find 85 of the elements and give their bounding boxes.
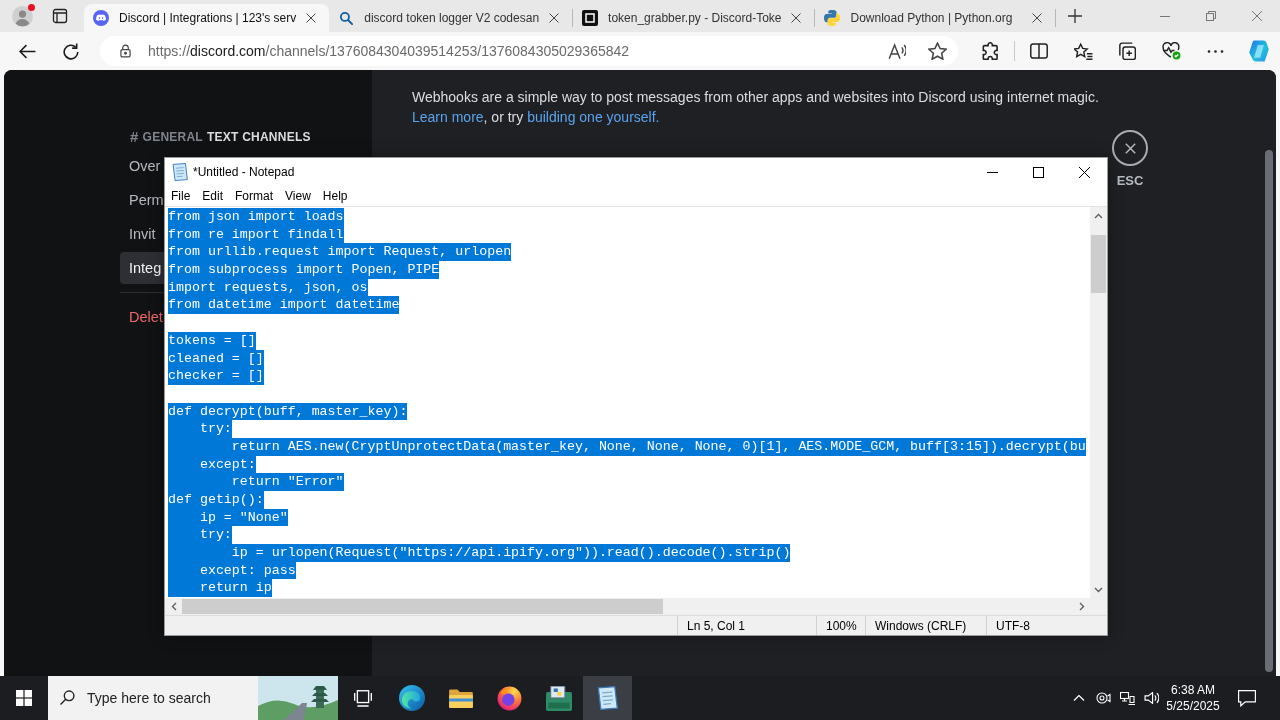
settings-nav-item[interactable]: Invit bbox=[120, 218, 164, 250]
search-box[interactable]: Type here to search bbox=[48, 676, 338, 720]
close-settings-button[interactable] bbox=[1112, 130, 1148, 166]
notepad-icon bbox=[172, 163, 188, 181]
more-icon[interactable] bbox=[1206, 49, 1224, 53]
taskbar-app-button[interactable] bbox=[583, 676, 632, 720]
installer-icon bbox=[545, 685, 572, 711]
menu-item[interactable]: Help bbox=[316, 189, 354, 203]
chevron-up-icon[interactable] bbox=[1094, 212, 1103, 219]
category-label: TEXT CHANNELS bbox=[206, 129, 311, 145]
clock-time[interactable]: 6:38 AM bbox=[1171, 683, 1215, 697]
chevron-down-icon[interactable] bbox=[1094, 586, 1103, 593]
browser-tab[interactable]: Discord | Integrations | 123's serv bbox=[84, 4, 330, 32]
heart-pulse-icon[interactable] bbox=[1161, 42, 1181, 60]
menu-item[interactable]: Format bbox=[229, 189, 280, 203]
scrollbar-thumb[interactable] bbox=[182, 599, 663, 614]
notification-dot bbox=[28, 4, 35, 11]
restore-icon[interactable] bbox=[1206, 11, 1216, 21]
read-aloud-icon[interactable] bbox=[888, 42, 906, 60]
build-webhook-link[interactable]: building one yourself. bbox=[527, 109, 660, 125]
status-bar-item: 100% bbox=[816, 616, 865, 635]
esc-label: ESC bbox=[1116, 173, 1144, 188]
task-view-icon bbox=[353, 689, 372, 707]
url-text[interactable]: https://discord.com/channels/1376084304039514253/1376084305029365842 bbox=[148, 43, 630, 59]
status-bar-item: Windows (CRLF) bbox=[865, 616, 986, 635]
scrollbar-thumb[interactable] bbox=[1265, 150, 1273, 672]
search-icon bbox=[339, 11, 353, 25]
settings-nav-item[interactable]: Perm bbox=[120, 184, 164, 216]
vertical-scrollbar[interactable] bbox=[1090, 207, 1107, 598]
python-logo-icon bbox=[824, 10, 841, 26]
channel-name: GENERAL bbox=[142, 129, 203, 145]
discord-logo-icon bbox=[93, 10, 109, 26]
back-arrow-icon[interactable] bbox=[18, 43, 36, 59]
address-bar[interactable]: https://discord.com/channels/1376084304039514253/1376084305029365842 bbox=[100, 36, 958, 66]
new-tab-icon[interactable] bbox=[1068, 9, 1083, 23]
browser-tab[interactable]: token_grabber.py - Discord-Toke bbox=[573, 4, 815, 32]
minimize-icon[interactable] bbox=[986, 171, 998, 173]
browser-tab[interactable]: Download Python | Python.org bbox=[815, 4, 1056, 32]
close-icon[interactable] bbox=[1124, 142, 1136, 154]
swirl-icon bbox=[398, 685, 425, 711]
search-input[interactable]: Type here to search bbox=[87, 690, 258, 706]
puzzle-icon[interactable] bbox=[981, 42, 999, 60]
flame-globe-icon bbox=[497, 685, 522, 711]
close-icon[interactable] bbox=[549, 13, 560, 23]
settings-nav-item[interactable]: Over bbox=[120, 150, 164, 182]
windows-logo-icon[interactable] bbox=[16, 690, 32, 706]
settings-nav-item[interactable]: Delet bbox=[120, 301, 164, 333]
chevron-right-icon[interactable] bbox=[1078, 602, 1085, 611]
gradient-logo-icon[interactable] bbox=[1247, 40, 1270, 62]
close-icon[interactable] bbox=[306, 13, 317, 23]
close-icon[interactable] bbox=[791, 13, 802, 23]
window-title: *Untitled - Notepad bbox=[193, 165, 295, 179]
profile-avatar-icon[interactable] bbox=[11, 5, 33, 27]
webhooks-description: Webhooks are a simple way to post messages from other apps and websites into Discord using internet magic. Learn more, or try building one yourself. bbox=[412, 88, 1100, 127]
volume-icon[interactable] bbox=[1143, 692, 1159, 704]
menu-item[interactable]: Edit bbox=[196, 189, 230, 203]
horizontal-scrollbar[interactable] bbox=[165, 598, 1090, 615]
channel-hash: # bbox=[130, 129, 139, 145]
star-icon[interactable] bbox=[928, 42, 947, 60]
maximize-icon[interactable] bbox=[1032, 166, 1044, 178]
network-icon[interactable] bbox=[1119, 691, 1135, 705]
reload-icon[interactable] bbox=[63, 42, 79, 60]
browser-tab[interactable]: discord token logger V2 codesan bbox=[329, 4, 573, 32]
settings-nav-item[interactable]: Integ bbox=[120, 252, 164, 284]
menu-item[interactable]: File bbox=[165, 189, 197, 203]
chevron-left-icon[interactable] bbox=[170, 602, 177, 611]
status-bar-item: UTF-8 bbox=[986, 616, 1107, 635]
tab-actions-icon[interactable] bbox=[52, 8, 68, 24]
folder-icon bbox=[448, 688, 473, 708]
lock-icon[interactable] bbox=[120, 44, 131, 58]
learn-more-link[interactable]: Learn more bbox=[412, 109, 484, 125]
menu-item[interactable]: View bbox=[279, 189, 317, 203]
webcam-icon[interactable] bbox=[1095, 692, 1111, 704]
notepad-icon bbox=[597, 686, 618, 710]
square-icon bbox=[582, 10, 599, 26]
status-bar-item: Ln 5, Col 1 bbox=[677, 616, 816, 635]
split-screen-icon[interactable] bbox=[1030, 43, 1048, 59]
search-icon bbox=[60, 690, 75, 706]
close-icon[interactable] bbox=[1032, 13, 1043, 23]
collections-icon[interactable] bbox=[1118, 42, 1136, 60]
close-icon[interactable] bbox=[1078, 166, 1090, 178]
notification-icon[interactable] bbox=[1238, 689, 1256, 707]
favorites-icon[interactable] bbox=[1073, 42, 1093, 60]
clock-date[interactable]: 5/25/2025 bbox=[1166, 699, 1220, 713]
scrollbar-thumb[interactable] bbox=[1091, 235, 1106, 293]
